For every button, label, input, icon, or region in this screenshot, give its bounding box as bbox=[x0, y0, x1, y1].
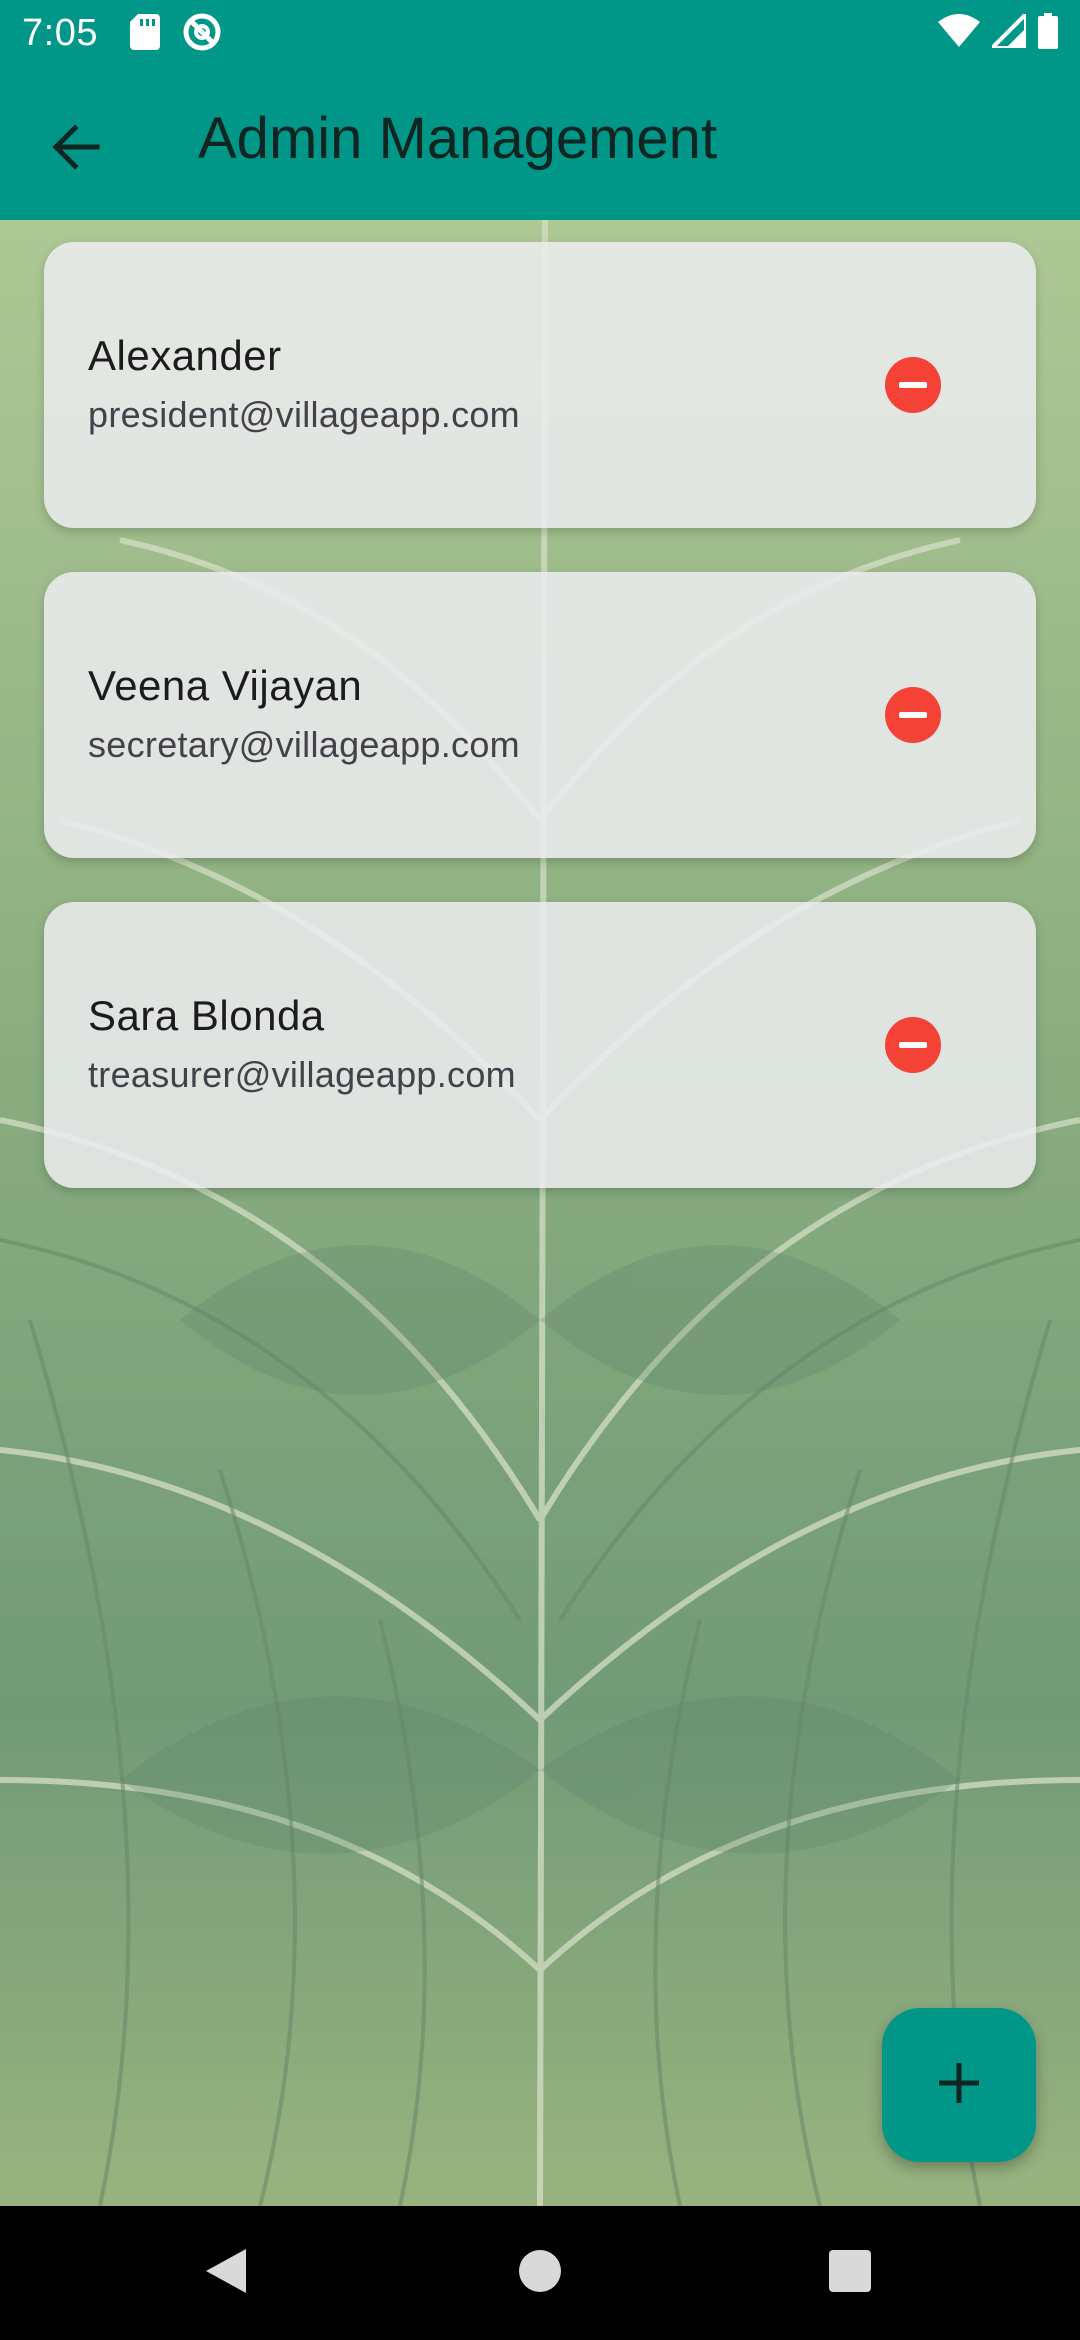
content-area: Alexander president@villageapp.com Veena… bbox=[0, 220, 1080, 2206]
admin-name: Sara Blonda bbox=[88, 992, 325, 1039]
battery-icon bbox=[1038, 12, 1058, 54]
remove-circle-icon bbox=[885, 687, 941, 743]
admin-management-screen: 7:05 Admin Management Alexander presiden… bbox=[0, 0, 1080, 2340]
no-sync-icon bbox=[182, 12, 222, 57]
nav-back-icon bbox=[204, 2247, 248, 2300]
back-button[interactable] bbox=[36, 109, 116, 189]
admin-email: treasurer@villageapp.com bbox=[88, 1054, 516, 1095]
remove-circle-icon bbox=[885, 1017, 941, 1073]
admin-name: Alexander bbox=[88, 332, 282, 379]
nav-home-icon bbox=[518, 2249, 562, 2298]
nav-recents-icon bbox=[828, 2249, 872, 2298]
status-right-icons bbox=[926, 8, 1058, 54]
add-admin-button[interactable] bbox=[882, 2008, 1036, 2162]
admin-email: president@villageapp.com bbox=[88, 394, 520, 435]
status-time: 7:05 bbox=[22, 12, 98, 54]
admin-card[interactable]: Veena Vijayan secretary@villageapp.com bbox=[44, 572, 1036, 858]
remove-admin-button[interactable] bbox=[882, 684, 944, 746]
sd-card-icon bbox=[130, 13, 160, 55]
admin-list: Alexander president@villageapp.com Veena… bbox=[44, 242, 1036, 1232]
status-bar: 7:05 bbox=[0, 0, 1080, 66]
nav-recents-button[interactable] bbox=[820, 2243, 880, 2303]
arrow-back-icon bbox=[51, 123, 101, 175]
nav-home-button[interactable] bbox=[510, 2243, 570, 2303]
page-title: Admin Management bbox=[198, 106, 718, 171]
wifi-icon bbox=[938, 13, 980, 53]
admin-card[interactable]: Alexander president@villageapp.com bbox=[44, 242, 1036, 528]
remove-circle-icon bbox=[885, 357, 941, 413]
admin-name: Veena Vijayan bbox=[88, 662, 363, 709]
admin-email: secretary@villageapp.com bbox=[88, 724, 520, 765]
add-icon bbox=[935, 2059, 983, 2112]
remove-admin-button[interactable] bbox=[882, 354, 944, 416]
system-nav-bar bbox=[0, 2206, 1080, 2340]
app-bar: Admin Management bbox=[0, 66, 1080, 220]
nav-back-button[interactable] bbox=[196, 2243, 256, 2303]
remove-admin-button[interactable] bbox=[882, 1014, 944, 1076]
admin-card[interactable]: Sara Blonda treasurer@villageapp.com bbox=[44, 902, 1036, 1188]
status-left-icons bbox=[130, 12, 244, 57]
cell-signal-icon bbox=[987, 8, 1028, 53]
